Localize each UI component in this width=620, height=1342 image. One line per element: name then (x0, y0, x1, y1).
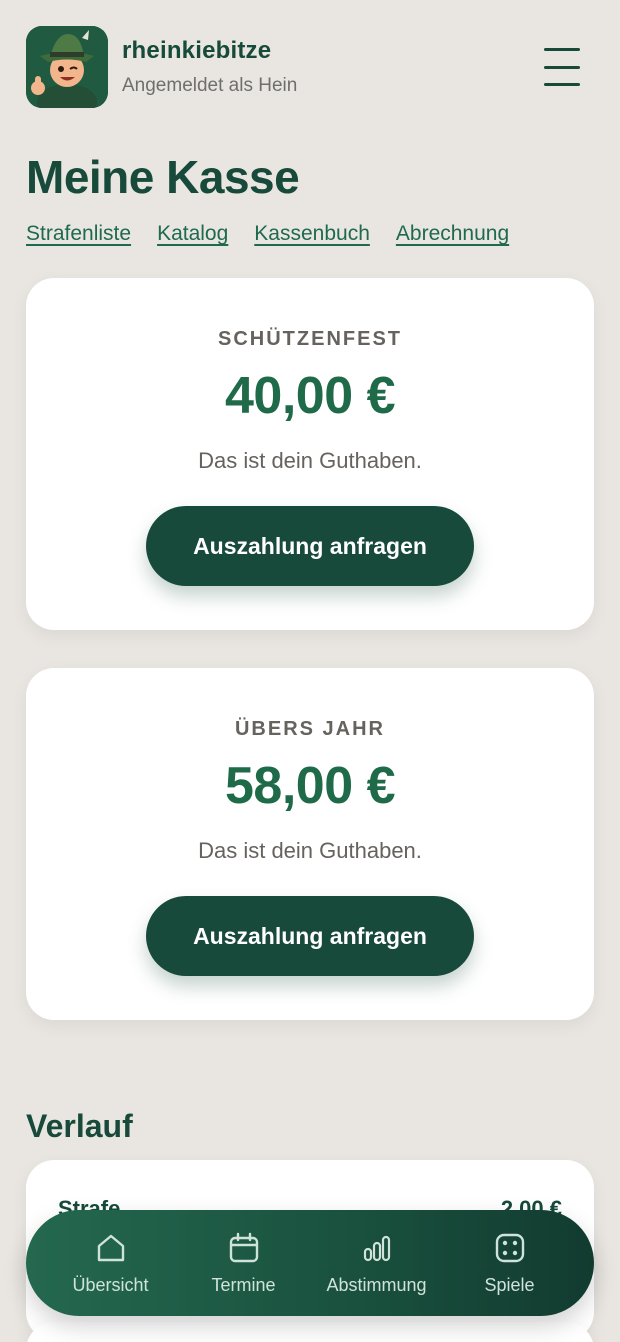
home-icon (97, 1234, 124, 1261)
nav-item-spiele[interactable]: Spiele (445, 1231, 575, 1296)
request-payout-button[interactable]: Auszahlung anfragen (146, 506, 474, 586)
balance-card-schuetzenfest: SCHÜTZENFEST 40,00 € Das ist dein Guthab… (26, 278, 594, 630)
mascot-image (26, 26, 108, 108)
menu-line (544, 83, 580, 86)
balance-card-year: ÜBERS JAHR 58,00 € Das ist dein Guthaben… (26, 668, 594, 1020)
logged-in-as: Angemeldet als Hein (122, 75, 298, 96)
page-title: Meine Kasse (26, 151, 300, 203)
calendar-icon (229, 1232, 258, 1262)
header-titles: rheinkiebitze Angemeldet als Hein (122, 37, 297, 97)
menu-line (544, 48, 580, 51)
history-list-item[interactable] (26, 1322, 594, 1342)
dice-icon (495, 1233, 524, 1262)
balance-note: Das ist dein Guthaben. (198, 838, 422, 863)
hamburger-menu-icon[interactable] (544, 45, 580, 89)
bottom-navigation: Übersicht Termine Abstimmung Spiele (26, 1210, 594, 1316)
nav-item-abstimmung[interactable]: Abstimmung (312, 1231, 442, 1296)
balance-amount: 58,00 € (225, 757, 396, 815)
balance-label: SCHÜTZENFEST (218, 328, 402, 350)
app-name: rheinkiebitze (122, 37, 272, 64)
nav-label: Übersicht (72, 1274, 149, 1295)
link-strafenliste[interactable]: Strafenliste (26, 222, 131, 246)
balance-note: Das ist dein Guthaben. (198, 448, 422, 473)
header: rheinkiebitze Angemeldet als Hein (26, 25, 594, 109)
app-screen: rheinkiebitze Angemeldet als Hein Meine … (0, 0, 620, 1342)
sub-navigation: Strafenliste Katalog Kassenbuch Abrechnu… (26, 222, 509, 246)
nav-label: Abstimmung (326, 1274, 427, 1295)
bar-chart-icon (363, 1235, 390, 1261)
balance-amount: 40,00 € (225, 367, 396, 425)
menu-line (544, 65, 580, 69)
history-title: Verlauf (26, 1108, 133, 1144)
nav-label: Termine (211, 1274, 276, 1295)
link-kassenbuch[interactable]: Kassenbuch (254, 222, 370, 246)
link-katalog[interactable]: Katalog (157, 222, 228, 246)
request-payout-button[interactable]: Auszahlung anfragen (146, 896, 474, 976)
nav-item-termine[interactable]: Termine (179, 1231, 309, 1296)
nav-label: Spiele (484, 1274, 535, 1295)
link-abrechnung[interactable]: Abrechnung (396, 222, 509, 246)
nav-item-uebersicht[interactable]: Übersicht (46, 1231, 176, 1296)
club-avatar[interactable] (26, 26, 108, 108)
balance-label: ÜBERS JAHR (234, 718, 386, 740)
